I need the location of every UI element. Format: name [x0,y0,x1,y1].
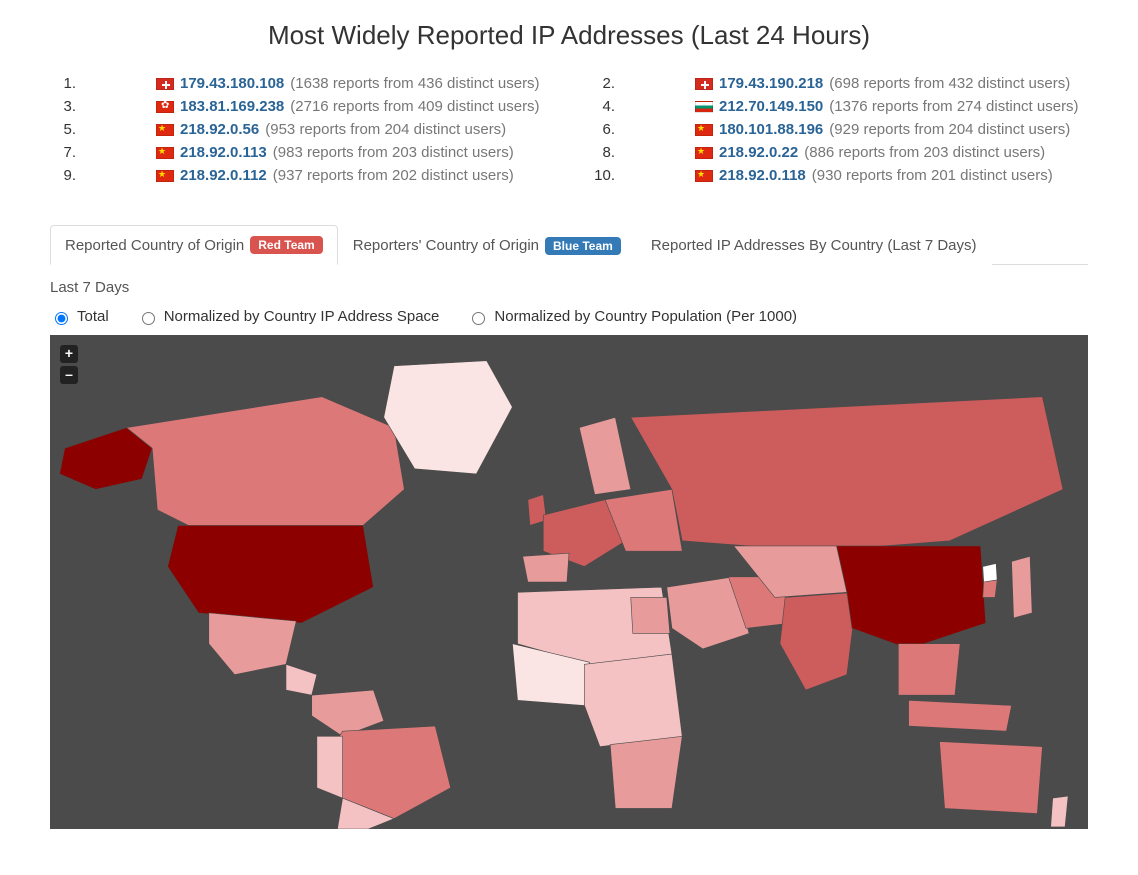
ip-rank: 9. [50,167,76,184]
ip-link[interactable]: 183.81.169.238 [180,98,284,115]
region-spain[interactable] [523,553,569,582]
tab-ips-by-country[interactable]: Reported IP Addresses By Country (Last 7… [636,225,992,265]
tab-label: Reported IP Addresses By Country (Last 7… [651,237,977,254]
region-japan[interactable] [1012,556,1033,618]
tabs: Reported Country of Origin Red Team Repo… [50,224,1088,265]
region-greenland[interactable] [384,361,513,474]
region-india[interactable] [780,592,857,690]
tab-label: Reporters' Country of Origin [353,237,539,254]
region-russia[interactable] [631,397,1063,551]
ip-meta: (1638 reports from 436 distinct users) [290,75,539,92]
badge-blue-team: Blue Team [545,237,621,255]
ip-rank: 7. [50,144,76,161]
top-ip-list: 1. 179.43.180.108 (1638 reports from 436 … [50,75,1088,184]
badge-red-team: Red Team [250,236,322,254]
zoom-controls: + – [60,345,78,384]
radio-population-input[interactable] [472,312,485,325]
subheading: Last 7 Days [50,279,1088,296]
ip-meta: (930 reports from 201 distinct users) [812,167,1053,184]
normalization-radios: Total Normalized by Country IP Address S… [50,308,1088,325]
region-china[interactable] [837,546,986,649]
flag-icon [695,124,713,136]
region-australia[interactable] [940,742,1043,814]
region-mexico[interactable] [209,613,296,675]
flag-icon [156,101,174,113]
ip-row: 2. 179.43.190.218 (698 reports from 432 d… [589,75,1088,92]
ip-rank: 6. [589,121,615,138]
zoom-out-button[interactable]: – [60,366,78,384]
ip-link[interactable]: 218.92.0.56 [180,121,259,138]
ip-rank: 5. [50,121,76,138]
ip-link[interactable]: 218.92.0.118 [719,167,806,184]
ip-meta: (698 reports from 432 distinct users) [829,75,1070,92]
ip-meta: (983 reports from 203 distinct users) [273,144,514,161]
ip-link[interactable]: 179.43.190.218 [719,75,823,92]
ip-row: 6. 180.101.88.196 (929 reports from 204 d… [589,121,1088,138]
radio-total-input[interactable] [55,312,68,325]
zoom-in-button[interactable]: + [60,345,78,363]
ip-row: 5. 218.92.0.56 (953 reports from 204 dist… [50,121,549,138]
ip-link[interactable]: 218.92.0.22 [719,144,798,161]
flag-icon [156,124,174,136]
radio-label: Normalized by Country Population (Per 10… [494,308,797,325]
ip-link[interactable]: 218.92.0.113 [180,144,267,161]
region-north-korea[interactable] [983,563,997,582]
ip-meta: (886 reports from 203 distinct users) [804,144,1045,161]
radio-label: Total [77,308,109,325]
ip-meta: (929 reports from 204 distinct users) [829,121,1070,138]
ip-row: 8. 218.92.0.22 (886 reports from 203 dist… [589,144,1088,161]
ip-rank: 4. [589,98,615,115]
tab-reporters-country[interactable]: Reporters' Country of Origin Blue Team [338,225,636,265]
radio-label: Normalized by Country IP Address Space [164,308,440,325]
region-egypt[interactable] [631,597,670,633]
flag-icon [695,170,713,182]
flag-icon [695,147,713,159]
region-central-america[interactable] [286,664,317,695]
radio-by-ip-space[interactable]: Normalized by Country IP Address Space [137,308,440,325]
page-title: Most Widely Reported IP Addresses (Last … [50,20,1088,51]
ip-row: 7. 218.92.0.113 (983 reports from 203 dis… [50,144,549,161]
region-south-korea[interactable] [983,580,997,597]
ip-link[interactable]: 212.70.149.150 [719,98,823,115]
region-new-zealand[interactable] [1051,796,1068,827]
region-usa[interactable] [168,525,374,623]
region-canada[interactable] [126,397,404,541]
ip-link[interactable]: 179.43.180.108 [180,75,284,92]
world-map[interactable]: + – [50,335,1088,829]
region-scandinavia[interactable] [579,417,630,494]
ip-rank: 2. [589,75,615,92]
ip-meta: (1376 reports from 274 distinct users) [829,98,1078,115]
flag-icon [695,101,713,113]
region-southern-africa[interactable] [610,736,682,808]
flag-icon [156,78,174,90]
ip-row: 3. 183.81.169.238 (2716 reports from 409 … [50,98,549,115]
world-map-svg [50,335,1088,829]
flag-icon [156,170,174,182]
radio-by-population[interactable]: Normalized by Country Population (Per 10… [467,308,797,325]
region-se-asia[interactable] [898,644,960,695]
ip-meta: (953 reports from 204 distinct users) [265,121,506,138]
radio-ipspace-input[interactable] [142,312,155,325]
region-central-africa[interactable] [584,654,682,747]
ip-rank: 1. [50,75,76,92]
region-indonesia[interactable] [909,700,1012,731]
tab-label: Reported Country of Origin [65,237,244,254]
tab-reported-country[interactable]: Reported Country of Origin Red Team [50,225,338,265]
ip-row: 4. 212.70.149.150 (1376 reports from 274 … [589,98,1088,115]
ip-rank: 8. [589,144,615,161]
ip-link[interactable]: 180.101.88.196 [719,121,823,138]
radio-total[interactable]: Total [50,308,109,325]
region-peru-bolivia[interactable] [317,736,343,798]
flag-icon [695,78,713,90]
ip-rank: 3. [50,98,76,115]
ip-rank: 10. [589,167,615,184]
ip-row: 10. 218.92.0.118 (930 reports from 201 di… [589,167,1088,184]
ip-meta: (2716 reports from 409 distinct users) [290,98,539,115]
ip-row: 1. 179.43.180.108 (1638 reports from 436 … [50,75,549,92]
ip-meta: (937 reports from 202 distinct users) [273,167,514,184]
flag-icon [156,147,174,159]
ip-link[interactable]: 218.92.0.112 [180,167,267,184]
ip-row: 9. 218.92.0.112 (937 reports from 202 dis… [50,167,549,184]
